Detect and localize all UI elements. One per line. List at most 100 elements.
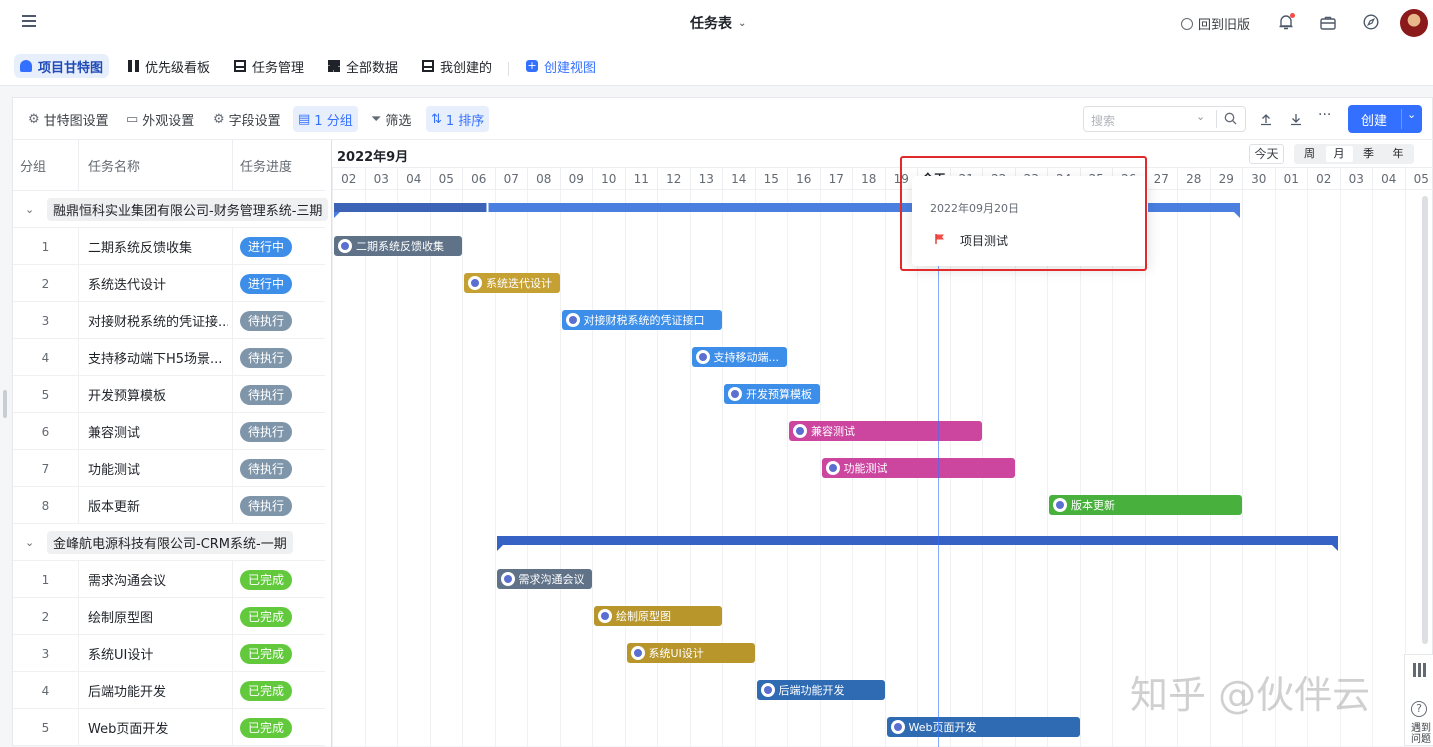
row-number: 5 <box>13 709 78 746</box>
status-cell[interactable]: 已完成 <box>240 635 292 672</box>
table-row[interactable]: 2系统迭代设计进行中 <box>13 265 325 302</box>
task-bar[interactable]: 绘制原型图 <box>594 606 722 626</box>
task-name[interactable]: 系统UI设计 <box>88 635 228 672</box>
status-cell[interactable]: 已完成 <box>240 709 292 746</box>
status-cell[interactable]: 进行中 <box>240 228 292 265</box>
field-settings-button[interactable]: ⚙字段设置 <box>208 106 286 132</box>
hamburger-menu-icon[interactable] <box>22 15 36 27</box>
table-row[interactable]: 5开发预算模板待执行 <box>13 376 325 413</box>
tab-priority-kanban[interactable]: 优先级看板 <box>122 54 216 78</box>
status-cell[interactable]: 待执行 <box>240 450 292 487</box>
avatar <box>501 572 515 586</box>
app-title-dropdown[interactable]: 任务表 ⌄ <box>690 13 746 33</box>
status-cell[interactable]: 已完成 <box>240 561 292 598</box>
task-bar[interactable]: Web页面开发 <box>887 717 1080 737</box>
group-row[interactable]: ⌄融鼎恒科实业集团有限公司-财务管理系统-三期 <box>13 191 325 228</box>
search-box[interactable]: 搜索 ⌄ <box>1083 106 1246 132</box>
status-cell[interactable]: 待执行 <box>240 487 292 524</box>
table-row[interactable]: 2绘制原型图已完成 <box>13 598 325 635</box>
task-name[interactable]: 需求沟通会议 <box>88 561 228 598</box>
compass-icon[interactable] <box>1363 14 1379 34</box>
status-cell[interactable]: 已完成 <box>240 672 292 709</box>
task-bar[interactable]: 系统UI设计 <box>627 643 755 663</box>
tab-created-by-me[interactable]: 我创建的 <box>416 54 498 78</box>
table-row[interactable]: 7功能测试待执行 <box>13 450 325 487</box>
table-row[interactable]: 6兼容测试待执行 <box>13 413 325 450</box>
column-header-task-name[interactable]: 任务名称 <box>88 140 140 190</box>
left-resize-handle[interactable] <box>3 390 7 418</box>
status-cell[interactable]: 待执行 <box>240 413 292 450</box>
tab-project-gantt[interactable]: 项目甘特图 <box>14 54 109 78</box>
task-name[interactable]: 后端功能开发 <box>88 672 228 709</box>
task-name[interactable]: 对接财税系统的凭证接... <box>88 302 228 339</box>
task-name[interactable]: 系统迭代设计 <box>88 265 228 302</box>
group-row[interactable]: ⌄金峰航电源科技有限公司-CRM系统-一期 <box>13 524 325 561</box>
table-row[interactable]: 5 Web页面开发已完成 <box>13 709 325 746</box>
qrcode-icon[interactable] <box>1413 663 1427 677</box>
upload-icon[interactable] <box>1259 111 1273 130</box>
scale-option[interactable]: 周 <box>1296 146 1323 162</box>
group-button[interactable]: ▤1 分组 <box>293 106 358 132</box>
table-row[interactable]: 8版本更新待执行 <box>13 487 325 524</box>
grid-line <box>430 190 431 747</box>
appearance-settings-button[interactable]: ▭外观设置 <box>121 106 199 132</box>
task-name[interactable]: Web页面开发 <box>88 709 228 746</box>
table-row[interactable]: 4支持移动端下H5场景...待执行 <box>13 339 325 376</box>
task-bar[interactable]: 对接财税系统的凭证接口 <box>562 310 723 330</box>
chevron-down-icon[interactable]: ⌄ <box>25 191 34 228</box>
search-icon[interactable] <box>1224 112 1237 128</box>
table-row[interactable]: 3系统UI设计已完成 <box>13 635 325 672</box>
search-input[interactable]: 搜索 <box>1091 112 1115 129</box>
bell-icon[interactable] <box>1278 13 1294 31</box>
column-header-progress[interactable]: 任务进度 <box>240 140 292 190</box>
task-bar[interactable]: 二期系统反馈收集 <box>334 236 462 256</box>
task-name[interactable]: 绘制原型图 <box>88 598 228 635</box>
table-row[interactable]: 4后端功能开发已完成 <box>13 672 325 709</box>
chevron-down-icon[interactable]: ⌄ <box>25 524 34 561</box>
column-header-group[interactable]: 分组 <box>20 140 46 190</box>
back-to-old-version-button[interactable]: 回到旧版 <box>1181 14 1250 33</box>
filter-button[interactable]: ⏷筛选 <box>366 106 416 132</box>
table-row[interactable]: 1需求沟通会议已完成 <box>13 561 325 598</box>
create-button[interactable]: 创建 ⌄ <box>1348 105 1422 133</box>
task-bar[interactable]: 支持移动端... <box>692 347 788 367</box>
status-cell[interactable]: 待执行 <box>240 339 292 376</box>
download-icon[interactable] <box>1289 111 1303 130</box>
task-bar[interactable]: 开发预算模板 <box>724 384 820 404</box>
gantt-settings-button[interactable]: ⚙甘特图设置 <box>23 106 114 132</box>
task-bar[interactable]: 版本更新 <box>1049 495 1242 515</box>
status-badge: 已完成 <box>240 681 292 701</box>
vertical-scrollbar[interactable] <box>1422 196 1428 644</box>
table-row[interactable]: 3对接财税系统的凭证接...待执行 <box>13 302 325 339</box>
scale-option[interactable]: 季 <box>1355 146 1382 162</box>
table-row[interactable]: 1二期系统反馈收集进行中 <box>13 228 325 265</box>
tab-task-management[interactable]: 任务管理 <box>228 54 310 78</box>
task-bar[interactable]: 兼容测试 <box>789 421 982 441</box>
today-button[interactable]: 今天 <box>1249 144 1284 164</box>
status-cell[interactable]: 待执行 <box>240 376 292 413</box>
briefcase-icon[interactable] <box>1320 15 1336 34</box>
status-cell[interactable]: 待执行 <box>240 302 292 339</box>
help-icon[interactable]: ? <box>1411 701 1427 717</box>
task-name[interactable]: 开发预算模板 <box>88 376 228 413</box>
scale-option[interactable]: 年 <box>1385 146 1412 162</box>
scale-option[interactable]: 月 <box>1326 146 1353 162</box>
task-bar[interactable]: 功能测试 <box>822 458 1015 478</box>
avatar[interactable] <box>1400 9 1428 37</box>
tab-all-data[interactable]: 全部数据 <box>322 54 404 78</box>
chevron-down-icon[interactable]: ⌄ <box>1407 108 1416 121</box>
task-bar[interactable]: 需求沟通会议 <box>497 569 593 589</box>
status-cell[interactable]: 已完成 <box>240 598 292 635</box>
task-name[interactable]: 支持移动端下H5场景... <box>88 339 228 376</box>
create-view-button[interactable]: + 创建视图 <box>520 54 602 78</box>
task-bar[interactable]: 系统迭代设计 <box>464 273 560 293</box>
more-icon[interactable]: ··· <box>1318 107 1331 123</box>
sort-button[interactable]: ⇅1 排序 <box>426 106 489 132</box>
summary-bar-cap <box>1234 212 1240 218</box>
task-name[interactable]: 版本更新 <box>88 487 228 524</box>
task-name[interactable]: 功能测试 <box>88 450 228 487</box>
task-name[interactable]: 兼容测试 <box>88 413 228 450</box>
status-cell[interactable]: 进行中 <box>240 265 292 302</box>
task-bar[interactable]: 后端功能开发 <box>757 680 885 700</box>
task-name[interactable]: 二期系统反馈收集 <box>88 228 228 265</box>
